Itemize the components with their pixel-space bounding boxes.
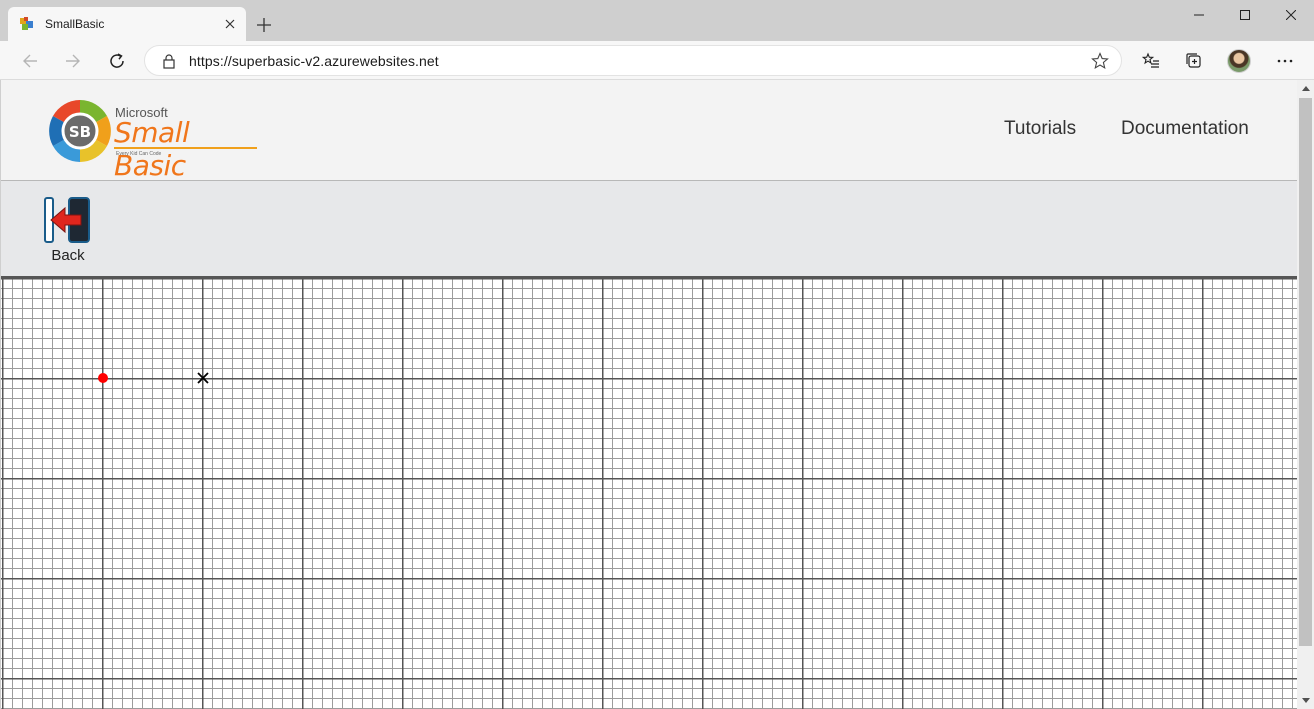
vertical-scrollbar[interactable] [1297, 80, 1314, 709]
arrow-left-icon [23, 54, 37, 68]
nav-documentation[interactable]: Documentation [1121, 118, 1249, 140]
favorites-icon [1142, 52, 1159, 68]
scroll-thumb[interactable] [1299, 98, 1312, 646]
plus-icon [257, 18, 271, 32]
refresh-button[interactable] [102, 46, 132, 76]
arrow-right-icon [66, 54, 80, 68]
scroll-down-button[interactable] [1297, 692, 1314, 709]
action-bar: Back [1, 180, 1297, 278]
tab-close-button[interactable] [220, 14, 240, 34]
refresh-icon [110, 53, 124, 68]
tab-title: SmallBasic [45, 17, 105, 31]
back-label: Back [51, 247, 85, 264]
url-text: https://superbasic-v2.azurewebsites.net [189, 53, 439, 69]
star-icon[interactable] [1091, 52, 1109, 70]
collections-icon [1186, 53, 1201, 68]
minimize-icon [1194, 14, 1204, 16]
logo-underline [114, 147, 257, 149]
collections-button[interactable] [1179, 46, 1209, 76]
cross-marker-icon [197, 372, 209, 384]
logo-product-name: Small Basic [114, 116, 190, 182]
triangle-up-icon [1301, 86, 1310, 91]
triangle-down-icon [1301, 698, 1310, 703]
logo-tagline: Every Kid Can Code [116, 151, 162, 157]
svg-text:SB: SB [69, 123, 91, 141]
favorites-button[interactable] [1136, 46, 1166, 76]
scroll-up-button[interactable] [1297, 80, 1314, 97]
minimize-button[interactable] [1176, 0, 1222, 30]
browser-toolbar: https://superbasic-v2.azurewebsites.net [0, 41, 1314, 80]
profile-avatar[interactable] [1227, 49, 1251, 73]
address-bar[interactable]: https://superbasic-v2.azurewebsites.net [144, 45, 1122, 76]
small-basic-logo[interactable]: SB Microsoft Small Basic Every Kid Can C… [48, 99, 263, 182]
browser-titlebar: SmallBasic [0, 0, 1314, 41]
browser-tab[interactable]: SmallBasic [8, 7, 246, 41]
forward-nav-button[interactable] [58, 46, 88, 76]
window-close-button[interactable] [1268, 0, 1314, 30]
more-menu-button[interactable] [1270, 46, 1300, 76]
page-content: SB Microsoft Small Basic Every Kid Can C… [0, 80, 1297, 709]
small-basic-logo-icon: SB [49, 100, 111, 162]
close-icon [225, 19, 235, 29]
back-nav-button[interactable] [15, 46, 45, 76]
red-dot-marker [98, 373, 108, 383]
back-button[interactable]: Back [41, 195, 97, 265]
maximize-button[interactable] [1222, 0, 1268, 30]
lock-icon [163, 54, 175, 69]
exit-door-icon [44, 197, 90, 243]
smallbasic-favicon-icon [20, 17, 33, 30]
graphics-grid-canvas[interactable] [1, 278, 1297, 709]
nav-tutorials[interactable]: Tutorials [1004, 118, 1076, 140]
new-tab-button[interactable] [252, 14, 276, 36]
maximize-icon [1240, 10, 1250, 20]
close-icon [1286, 10, 1296, 20]
site-header: SB Microsoft Small Basic Every Kid Can C… [1, 80, 1297, 182]
more-icon [1277, 59, 1293, 63]
